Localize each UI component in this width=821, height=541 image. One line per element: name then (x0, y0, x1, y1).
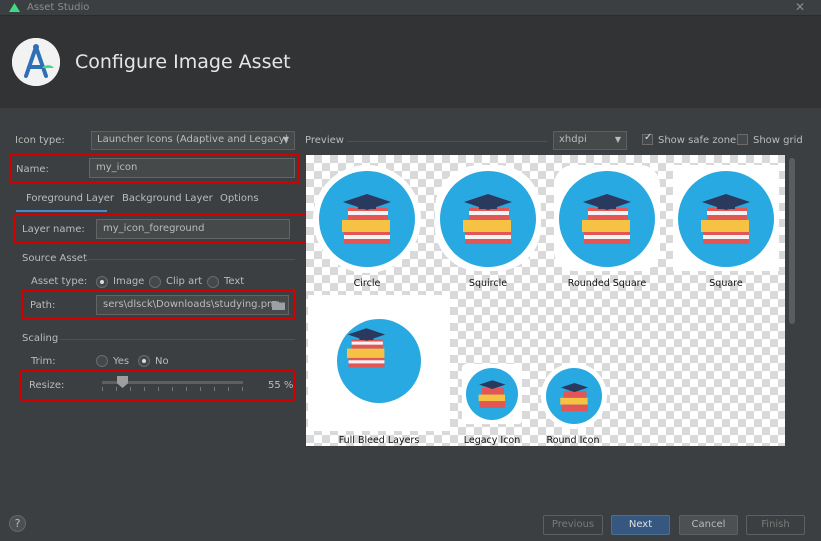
resize-label: Resize: (29, 380, 65, 391)
chevron-down-icon: ▼ (614, 135, 621, 144)
trim-yes-radio[interactable] (96, 355, 108, 367)
caption-full-bleed: Full Bleed Layers (338, 435, 420, 446)
show-safe-zone-label[interactable]: Show safe zone (658, 135, 736, 146)
preview-label: Preview (305, 135, 344, 146)
path-label: Path: (30, 300, 56, 311)
preview-legacy-icon (460, 362, 524, 426)
show-grid-checkbox[interactable] (737, 134, 748, 145)
window-title: Asset Studio (27, 2, 90, 13)
asset-type-image-label[interactable]: Image (113, 276, 144, 287)
layer-name-label: Layer name: (22, 224, 85, 235)
preview-full-bleed (308, 295, 450, 431)
caption-round-icon: Round Icon (546, 435, 600, 446)
asset-type-label: Asset type: (31, 276, 88, 287)
android-studio-icon (9, 3, 20, 12)
layer-name-input[interactable]: my_icon_foreground (96, 219, 290, 239)
trim-yes-label[interactable]: Yes (113, 356, 129, 367)
resize-slider-ticks (102, 387, 243, 391)
previous-button[interactable]: Previous (543, 515, 603, 535)
asset-type-text-label[interactable]: Text (224, 276, 244, 287)
asset-type-image-radio[interactable] (96, 276, 108, 288)
window-titlebar: Asset Studio ✕ (0, 0, 821, 16)
density-value: xhdpi (559, 134, 587, 145)
caption-circle: Circle (353, 278, 381, 289)
close-icon[interactable]: ✕ (795, 0, 805, 14)
divider (83, 259, 295, 260)
resize-value: 55 % (268, 380, 294, 391)
tab-options[interactable]: Options (220, 193, 259, 204)
finish-button[interactable]: Finish (746, 515, 805, 535)
name-label: Name: (16, 164, 49, 175)
asset-type-text-radio[interactable] (207, 276, 219, 288)
tab-foreground-layer[interactable]: Foreground Layer (26, 193, 114, 204)
name-input[interactable]: my_icon (89, 158, 295, 178)
android-studio-logo (12, 38, 60, 86)
preview-round-icon (540, 362, 608, 430)
cancel-button[interactable]: Cancel (679, 515, 738, 535)
preview-scrollbar[interactable] (789, 158, 795, 324)
caption-squircle: Squircle (468, 278, 508, 289)
caption-square: Square (709, 278, 743, 289)
caption-rounded-square: Rounded Square (567, 278, 647, 289)
preview-panel: Circle Squircle Rounded Square Square Fu… (306, 155, 785, 446)
path-input[interactable]: sers\dlsck\Downloads\studying.png (96, 295, 289, 315)
icon-type-label: Icon type: (15, 135, 65, 146)
icon-type-value: Launcher Icons (Adaptive and Legacy) (97, 134, 289, 145)
asset-type-clipart-label[interactable]: Clip art (166, 276, 202, 287)
asset-type-clipart-radio[interactable] (149, 276, 161, 288)
source-asset-heading: Source Asset (22, 253, 87, 264)
divider (347, 141, 547, 142)
icon-type-dropdown[interactable]: Launcher Icons (Adaptive and Legacy) ▼ (91, 131, 295, 150)
books-icon (342, 194, 391, 244)
active-tab-indicator (16, 210, 107, 212)
trim-label: Trim: (31, 356, 56, 367)
scaling-heading: Scaling (22, 333, 59, 344)
density-dropdown[interactable]: xhdpi ▼ (553, 131, 627, 150)
chevron-down-icon: ▼ (282, 135, 289, 144)
path-value: sers\dlsck\Downloads\studying.png (103, 299, 280, 310)
folder-icon[interactable] (272, 300, 285, 310)
wizard-header: Configure Image Asset (0, 16, 821, 108)
divider (60, 339, 295, 340)
page-title: Configure Image Asset (75, 51, 291, 73)
tab-background-layer[interactable]: Background Layer (122, 193, 213, 204)
show-safe-zone-checkbox[interactable] (642, 132, 653, 145)
help-button[interactable]: ? (9, 515, 26, 532)
trim-no-radio[interactable] (138, 355, 150, 367)
show-grid-label[interactable]: Show grid (753, 135, 803, 146)
next-button[interactable]: Next (611, 515, 670, 535)
trim-no-label[interactable]: No (155, 356, 169, 367)
